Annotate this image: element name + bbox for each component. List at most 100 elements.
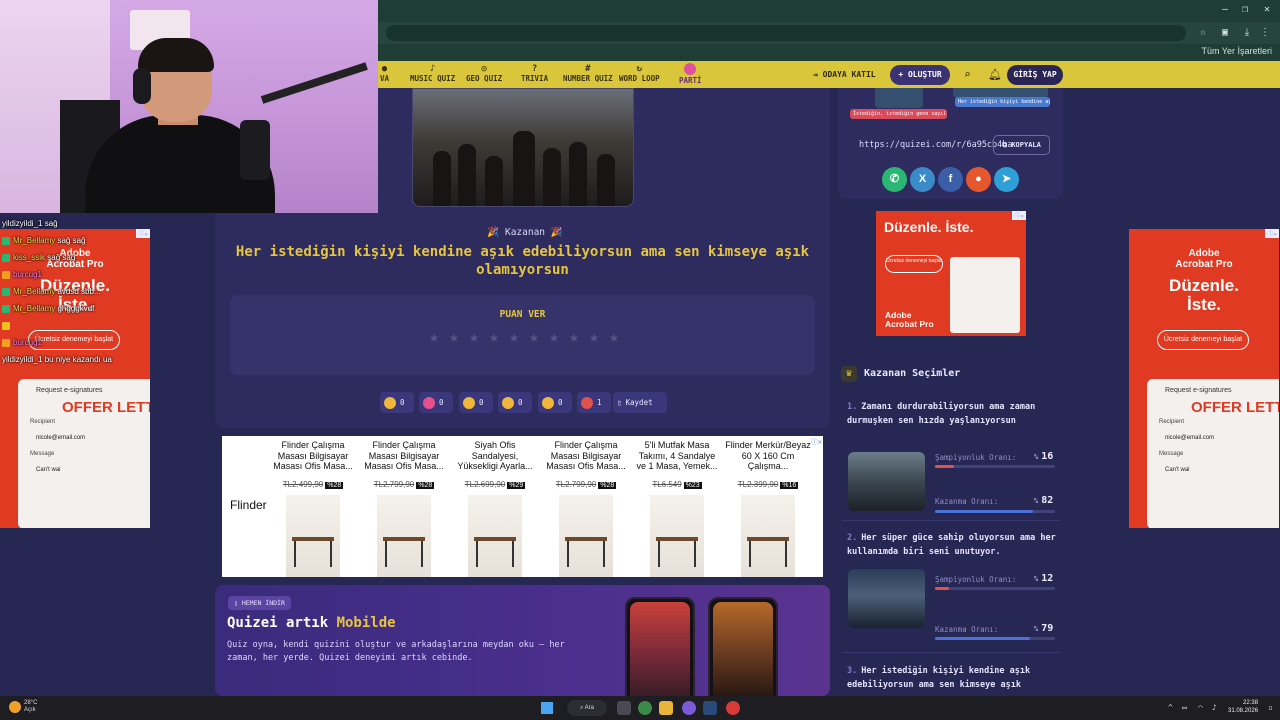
bell-icon[interactable]: 🔔︎ <box>988 68 1002 81</box>
ad-brand-b: Acrobat Pro <box>1175 259 1233 270</box>
share-url[interactable]: https://quizei.com/r/6a95cb4ba <box>859 140 1013 150</box>
star-icon[interactable]: ★ <box>445 328 463 346</box>
reaction-heart[interactable]: 0 <box>419 392 453 413</box>
product-card[interactable]: Flinder Çalışma Masası Bilgisayar Masası… <box>543 440 629 577</box>
star-icon[interactable]: ☆ <box>1196 26 1210 40</box>
star-icon[interactable]: ★ <box>605 328 623 346</box>
steam-icon[interactable] <box>703 701 717 715</box>
task-view-icon[interactable] <box>617 701 631 715</box>
product-image <box>377 495 431 577</box>
nav-item-geo-quiz[interactable]: ◎ GEO QUIZ <box>466 64 502 83</box>
nav-item-label: TRIVIA <box>521 74 549 83</box>
chat-username[interactable]: Mr_Bellamy <box>13 236 55 245</box>
chevron-up-icon[interactable]: ^ <box>1168 703 1173 712</box>
star-icon[interactable]: ★ <box>465 328 483 346</box>
nav-item-party[interactable]: PARTİ <box>679 63 702 85</box>
product-card[interactable]: Flinder Çalışma Masası Bilgisayar Masası… <box>361 440 447 577</box>
chat-username[interactable]: yildizyildi_1 <box>2 355 42 364</box>
star-icon[interactable]: ★ <box>545 328 563 346</box>
menu-icon[interactable]: ⋮ <box>1258 26 1272 40</box>
mobile-promo: ▯ HEMEN İNDİR Quizei artık Mobilde Quiz … <box>215 585 830 696</box>
win-rate-label: Kazanma Oranı: <box>935 625 999 634</box>
nav-item-number-quiz[interactable]: # NUMBER QUIZ <box>563 64 613 83</box>
chat-username[interactable]: Mr_Bellamy <box>13 287 55 296</box>
folder-icon[interactable] <box>659 701 673 715</box>
copy-button[interactable]: ⧉ KOPYALA <box>993 135 1050 155</box>
product-card[interactable]: Siyah Ofis Sandalyesi, Yüksekligi Ayarla… <box>452 440 538 577</box>
reddit-icon[interactable]: ● <box>966 167 991 192</box>
selection-question[interactable]: 3. Her istediğin kişiyi kendine aşık edeb… <box>847 664 1057 692</box>
chat-username[interactable]: yildizyildi_1 <box>2 219 42 228</box>
nav-item-trivia[interactable]: ● VA <box>380 64 389 83</box>
product-card[interactable]: Flinder Çalışma Masası Bilgisayar Masası… <box>270 440 356 577</box>
reaction-sad[interactable]: 0 <box>538 392 572 413</box>
minimize-icon[interactable]: — <box>1218 3 1232 17</box>
star-icon[interactable]: ★ <box>425 328 443 346</box>
chat-username[interactable]: burcug1 <box>13 270 42 279</box>
download-icon[interactable]: ⤓ <box>1240 26 1254 40</box>
chrome-icon[interactable] <box>638 701 652 715</box>
selection-question[interactable]: 1. Zamanı durdurabiliyorsun ama zaman dur… <box>847 400 1057 428</box>
obs-icon[interactable] <box>726 701 740 715</box>
ad-close-icon[interactable]: ⓘ✕ <box>811 437 822 447</box>
extensions-icon[interactable]: ▣ <box>1218 26 1232 40</box>
nav-item-label: MUSIC QUIZ <box>410 74 456 83</box>
star-icon[interactable]: ★ <box>585 328 603 346</box>
adobe-ad-mid[interactable]: ⓘ✕ Düzenle. İste. Ücretsiz denemeyi başl… <box>876 211 1026 336</box>
whatsapp-icon[interactable]: ✆ <box>882 167 907 192</box>
ad-close-icon[interactable]: ⓘ✕ <box>1265 229 1279 238</box>
star-icon[interactable]: ★ <box>485 328 503 346</box>
address-bar[interactable] <box>386 25 1186 41</box>
chat-bubble: İstediğin, istediğin gene sayıl... <box>850 109 947 119</box>
star-icon[interactable]: ★ <box>525 328 543 346</box>
login-button[interactable]: GİRİŞ YAP <box>1007 65 1063 85</box>
nav-item-music-quiz[interactable]: ♪ MUSIC QUIZ <box>410 64 455 83</box>
chat-username[interactable]: Mr_Bellamy <box>13 304 55 313</box>
notification-icon[interactable]: ▫ <box>1268 703 1273 712</box>
party-icon <box>684 63 697 75</box>
telegram-icon[interactable]: ➤ <box>994 167 1019 192</box>
weather-widget[interactable]: 28°C Açık <box>24 700 37 714</box>
adobe-ad-right[interactable]: ⓘ✕ Adobe Acrobat Pro Düzenle. İste. Ücrets… <box>1129 229 1279 528</box>
save-button[interactable]: ▯ Kaydet <box>613 392 667 413</box>
search-icon[interactable]: ⌕ <box>964 68 971 81</box>
chat-username[interactable]: burcug1 <box>13 338 42 347</box>
reaction-wow[interactable]: 0 <box>498 392 532 413</box>
volume-icon[interactable]: ♪ <box>1212 703 1217 712</box>
selection-question[interactable]: 2. Her süper güce sahip oluyorsun ama her… <box>847 531 1057 559</box>
product-name: Flinder Çalışma Masası Bilgisayar Masası… <box>364 440 444 471</box>
join-room-button[interactable]: ⇥ ODAYA KATIL <box>813 70 876 79</box>
promo-title: Quizei artık Mobilde <box>227 615 396 631</box>
network-icon[interactable]: ▭ <box>1182 703 1187 712</box>
chat-username[interactable]: kiss_ssik <box>13 253 45 262</box>
nav-item-trivia-2[interactable]: ? TRIVIA <box>521 64 548 83</box>
product-card[interactable]: Flinder Merkür/Beyaz 60 X 160 Cm Çalışma… <box>725 440 811 577</box>
close-icon[interactable]: ✕ <box>1260 3 1274 17</box>
x-icon[interactable]: X <box>910 167 935 192</box>
taskbar-search[interactable]: ⌕ Ara <box>567 700 607 716</box>
start-icon[interactable] <box>541 702 553 714</box>
clock[interactable]: 22:38 31.08.2026 <box>1228 699 1258 715</box>
all-bookmarks-link[interactable]: Tüm Yer İşaretleri <box>1201 46 1272 56</box>
ad-cta-button[interactable]: Ücretsiz denemeyi başlat <box>1157 330 1249 350</box>
ad-close-icon[interactable]: ⓘ✕ <box>1012 211 1026 220</box>
download-badge[interactable]: ▯ HEMEN İNDİR <box>228 596 291 610</box>
ad-cta-button[interactable]: Ücretsiz denemeyi başlat <box>885 255 943 273</box>
product-card[interactable]: 5'li Mutfak Masa Takımı, 4 Sandalye ve 1… <box>634 440 720 577</box>
reaction-angry[interactable]: 1 <box>577 392 611 413</box>
create-button[interactable]: + OLUŞTUR <box>890 65 950 85</box>
chat-badge-icon <box>2 253 10 262</box>
clock-date: 31.08.2026 <box>1228 708 1259 714</box>
maximize-icon[interactable]: ❐ <box>1238 3 1252 17</box>
reaction-laugh[interactable]: 0 <box>459 392 493 413</box>
nav-item-word-loop[interactable]: ↻ WORD LOOP <box>619 64 660 83</box>
reaction-thumbs-up[interactable]: 0 <box>380 392 414 413</box>
discord-icon[interactable] <box>682 701 696 715</box>
star-icon[interactable]: ★ <box>565 328 583 346</box>
facebook-icon[interactable]: f <box>938 167 963 192</box>
ad-document-graphic: Request e-signatures OFFER LETT Recipien… <box>1147 379 1279 528</box>
product-ad[interactable]: ⓘ✕ Flinder Flinder Çalışma Masası Bilgis… <box>222 436 823 577</box>
star-icon[interactable]: ★ <box>505 328 523 346</box>
wifi-icon[interactable]: ◠ <box>1198 703 1203 712</box>
chat-message: Mr_Bellamy ghgggkvdf <box>2 303 94 315</box>
